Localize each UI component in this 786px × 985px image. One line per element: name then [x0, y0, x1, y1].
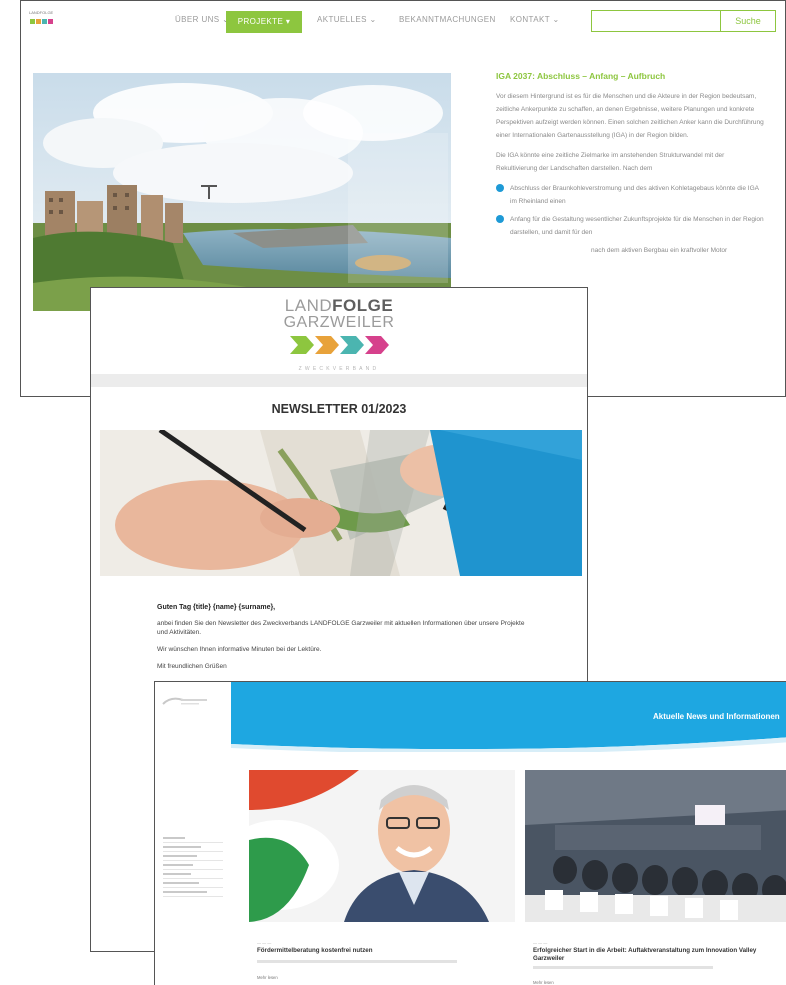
portrait-image	[249, 770, 515, 922]
sidebar-item[interactable]	[163, 864, 223, 870]
list-item-text: nach dem aktiven Bergbau ein kraftvoller…	[591, 247, 728, 254]
news-card[interactable]: — — — Erfolgreicher Start in die Arbeit:…	[525, 770, 786, 985]
news-card-title[interactable]: Fördermittelberatung kostenfrei nutzen	[257, 947, 507, 955]
list-item: nach dem aktiven Bergbau ein kraftvoller…	[496, 244, 766, 257]
date-placeholder: — — —	[257, 940, 272, 945]
list-item: Anfang für die Gestaltung wesentlicher Z…	[496, 213, 766, 239]
nav-ueber-uns[interactable]: ÜBER UNS ⌄	[175, 15, 229, 24]
planning-hands-image: 2023	[100, 430, 582, 576]
greeting: Guten Tag {title} {name} {surname},	[157, 604, 276, 611]
bullet-icon	[496, 184, 504, 192]
article: IGA 2037: Abschluss – Anfang – Aufbruch …	[496, 71, 766, 262]
news-card-title[interactable]: Erfolgreicher Start in die Arbeit: Aufta…	[533, 947, 783, 963]
iga-landscape-image	[33, 73, 451, 311]
newsletter-body: Guten Tag {title} {name} {surname}, anbe…	[157, 604, 537, 679]
article-paragraph: Vor diesem Hintergrund ist es für die Me…	[496, 93, 764, 139]
bullet-icon	[496, 215, 504, 223]
nav-projekte[interactable]: PROJEKTE ▾	[226, 11, 302, 33]
chevron-logo-icon	[290, 336, 389, 354]
landfolge-logo: LANDFOLGE GARZWEILER ZWECKVERBAND	[283, 296, 395, 372]
sidebar-menu	[163, 837, 223, 900]
list-item-text: Abschluss der Braunkohleverstromung und …	[510, 185, 759, 205]
search-button[interactable]: Suche	[720, 10, 776, 32]
page-title: Aktuelle News und Informationen	[653, 712, 780, 721]
sidebar-item[interactable]	[163, 882, 223, 888]
sidebar-item[interactable]	[163, 837, 223, 843]
news-site-screenshot: Aktuelle News und Informationen — — — Fö…	[154, 681, 786, 985]
newsletter-title: NEWSLETTER 01/2023	[271, 402, 407, 416]
news-card-excerpt	[533, 966, 713, 969]
newsletter-closing: Mit freundlichen Grüßen	[157, 663, 227, 670]
event-hall-image	[525, 770, 786, 922]
search-input[interactable]	[591, 10, 721, 32]
divider	[91, 374, 587, 387]
site-logo-icon[interactable]	[161, 694, 211, 708]
header-band: Aktuelle News und Informationen	[231, 682, 786, 752]
newsletter-paragraph: anbei finden Sie den Newsletter des Zwec…	[157, 620, 525, 636]
read-more-link[interactable]: Mehr lesen	[257, 975, 278, 980]
date-placeholder: — — —	[533, 940, 548, 945]
nav-aktuelles[interactable]: AKTUELLES ⌄	[317, 15, 377, 24]
top-navigation: LANDFOLGE ÜBER UNS ⌄ PROJEKTE ▾ AKTUELLE…	[21, 1, 785, 43]
nav-bekanntmachungen[interactable]: BEKANNTMACHUNGEN	[399, 15, 496, 24]
nav-kontakt[interactable]: KONTAKT ⌄	[510, 15, 560, 24]
sidebar-item[interactable]	[163, 846, 223, 852]
news-card[interactable]: — — — Fördermittelberatung kostenfrei nu…	[249, 770, 515, 985]
sidebar-item[interactable]	[163, 855, 223, 861]
site-logo[interactable]: LANDFOLGE	[29, 10, 55, 32]
read-more-link[interactable]: Mehr lesen	[533, 980, 554, 985]
newsletter-paragraph: Wir wünschen Ihnen informative Minuten b…	[157, 646, 322, 653]
article-paragraph: Die IGA könnte eine zeitliche Zielmarke …	[496, 152, 725, 172]
sidebar-item[interactable]	[163, 873, 223, 879]
list-item-text: Anfang für die Gestaltung wesentlicher Z…	[510, 216, 764, 236]
list-item: Abschluss der Braunkohleverstromung und …	[496, 182, 766, 208]
news-card-excerpt	[257, 960, 457, 963]
article-title: IGA 2037: Abschluss – Anfang – Aufbruch	[496, 71, 666, 81]
sidebar-item[interactable]	[163, 891, 223, 897]
